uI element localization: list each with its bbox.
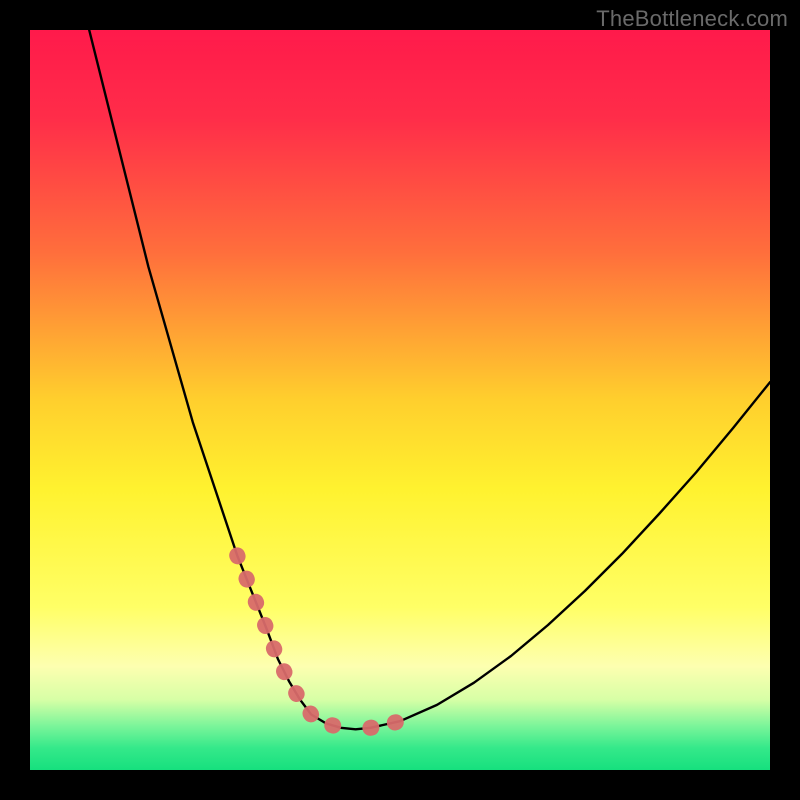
chart-svg [30, 30, 770, 770]
plot-area [30, 30, 770, 770]
watermark-label: TheBottleneck.com [596, 6, 788, 32]
chart-frame: TheBottleneck.com [0, 0, 800, 800]
gradient-background [30, 30, 770, 770]
